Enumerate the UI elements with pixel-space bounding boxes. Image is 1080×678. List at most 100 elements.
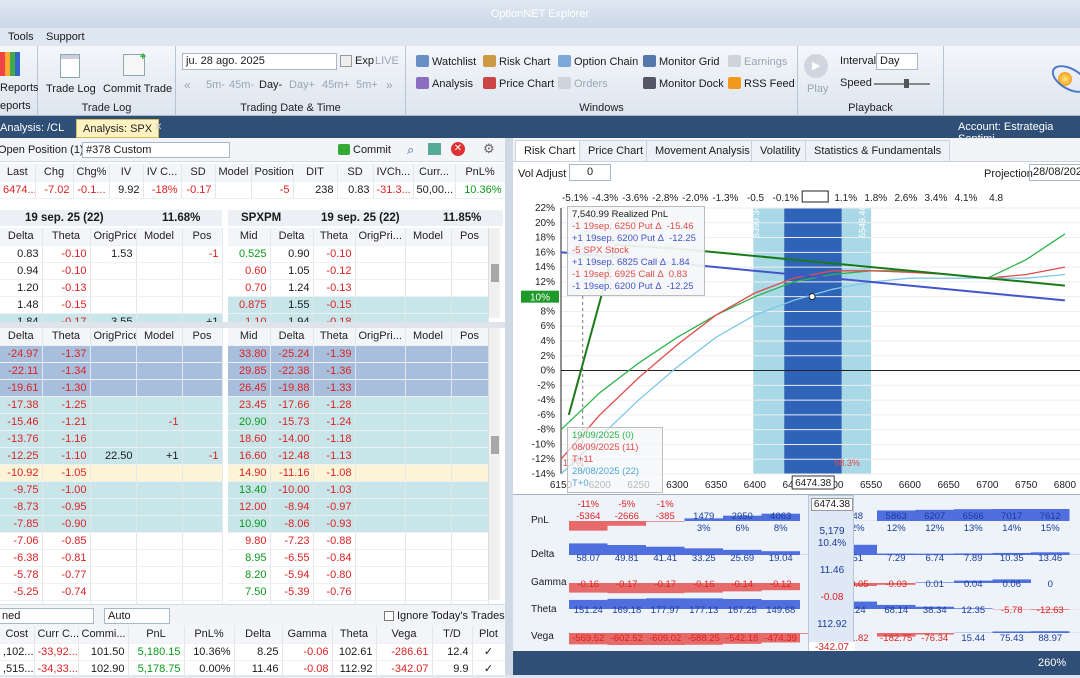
step-5m-back[interactable]: 5m- <box>206 79 225 91</box>
search-icon[interactable]: ⌕ <box>407 142 414 158</box>
chain-column-header[interactable]: Pos <box>451 328 488 345</box>
chain-row[interactable]: 16.60-12.48-1.13 <box>228 447 488 464</box>
chain-row[interactable]: 1.48-0.15 <box>0 296 222 313</box>
chain-row[interactable]: 8.20-5.94-0.80 <box>228 566 488 583</box>
summary-column-header[interactable]: T/D <box>432 626 472 643</box>
summary-column-header[interactable]: Curr C... <box>34 626 78 643</box>
trade-log-icon[interactable] <box>60 54 80 78</box>
quote-header[interactable]: SD <box>181 164 215 181</box>
quote-header[interactable]: IV C... <box>143 164 181 181</box>
step-45m-back[interactable]: 45m- <box>229 79 254 91</box>
step-day-forward[interactable]: Day+ <box>289 79 315 91</box>
chain-column-header[interactable]: Model <box>136 328 182 345</box>
play-button[interactable]: Play <box>807 83 828 95</box>
commit-button[interactable]: Commit <box>353 144 391 156</box>
live-button[interactable]: LIVE <box>375 55 399 67</box>
tab-movement-analysis[interactable]: Movement Analysis <box>646 140 759 161</box>
chain-row[interactable]: 0.5250.90-0.10 <box>228 245 488 262</box>
quote-header[interactable]: IVCh... <box>373 164 413 181</box>
chain-column-header[interactable]: OrigPrice <box>90 328 136 345</box>
speed-slider[interactable] <box>874 83 930 85</box>
summary-column-header[interactable]: Gamma <box>282 626 332 643</box>
chain-column-header[interactable]: OrigPri... <box>355 228 405 245</box>
tab-analysis-cl[interactable]: Analysis: /CL <box>0 119 70 138</box>
tab-analysis-spx[interactable]: Analysis: SPX <box>76 119 159 138</box>
chain-column-header[interactable]: Pos <box>451 228 488 245</box>
chain-row[interactable]: -19.61-1.30 <box>0 379 222 396</box>
quote-header[interactable]: Model <box>215 164 251 181</box>
chain-column-header[interactable]: Pos <box>182 228 222 245</box>
trade-log-button[interactable]: Trade Log <box>46 83 96 95</box>
chain-column-header[interactable]: Model <box>405 228 451 245</box>
chain-row[interactable]: 0.8751.55-0.15 <box>228 296 488 313</box>
commit-trade-icon[interactable]: + <box>123 54 145 76</box>
gear-icon[interactable]: ⚙ <box>483 141 495 157</box>
chain-row[interactable]: 29.85-22.38-1.36 <box>228 362 488 379</box>
chain-row[interactable]: 0.701.24-0.13 <box>228 279 488 296</box>
chain-column-header[interactable]: Theta <box>313 328 355 345</box>
step-5m-forward[interactable]: 5m+ <box>356 79 378 91</box>
summary-column-header[interactable]: Commi... <box>78 626 128 643</box>
quote-header[interactable]: Last <box>0 164 35 181</box>
monitor-grid-button[interactable]: Monitor Grid <box>643 55 720 68</box>
quote-header[interactable]: Chg <box>35 164 73 181</box>
reports-icon[interactable] <box>0 52 20 76</box>
chain-row[interactable]: 0.601.05-0.12 <box>228 262 488 279</box>
chain-column-header[interactable]: Theta <box>313 228 355 245</box>
ignore-checkbox[interactable] <box>384 611 394 621</box>
chain-row[interactable]: 9.80-7.23-0.88 <box>228 532 488 549</box>
chain-column-header[interactable]: Mid <box>228 328 270 345</box>
earnings-button[interactable]: Earnings <box>728 55 787 68</box>
chain-row[interactable]: 23.45-17.66-1.28 <box>228 396 488 413</box>
quote-header[interactable]: Position <box>251 164 293 181</box>
chain-column-header[interactable]: Delta <box>270 228 313 245</box>
chain-row[interactable]: -12.25-1.1022.50+1-1 <box>0 447 222 464</box>
tab-close-icon[interactable]: ✕ <box>154 122 162 133</box>
chain-row[interactable]: -8.73-0.95 <box>0 498 222 515</box>
chain-row[interactable]: -22.11-1.34 <box>0 362 222 379</box>
chain-row[interactable]: -24.97-1.37 <box>0 345 222 362</box>
play-icon[interactable]: ▶ <box>804 54 828 78</box>
chain-row[interactable]: -9.75-1.00 <box>0 481 222 498</box>
chain-row[interactable]: -5.78-0.77 <box>0 566 222 583</box>
menu-tools[interactable]: Tools <box>8 31 34 43</box>
interval-select[interactable]: Day <box>876 53 918 70</box>
option-chain-button[interactable]: Option Chain <box>558 55 638 68</box>
summary-column-header[interactable]: Theta <box>332 626 376 643</box>
close-icon[interactable]: ✕ <box>451 142 465 156</box>
risk-chart-button[interactable]: Risk Chart <box>483 55 550 68</box>
chain-row[interactable]: 13.40-10.00-1.03 <box>228 481 488 498</box>
chain-row[interactable]: -10.92-1.05 <box>0 464 222 481</box>
chain-row[interactable]: 7.50-5.39-0.76 <box>228 583 488 600</box>
summary-column-header[interactable]: Vega <box>376 626 432 643</box>
quote-header[interactable]: SD <box>337 164 373 181</box>
chain-row[interactable]: -15.46-1.21-1 <box>0 413 222 430</box>
chain-row[interactable]: 14.90-11.16-1.08 <box>228 464 488 481</box>
chain-row[interactable]: -13.76-1.16 <box>0 430 222 447</box>
summary-column-header[interactable]: Cost <box>0 626 34 643</box>
chain-row[interactable]: 12.00-8.94-0.97 <box>228 498 488 515</box>
chain-column-header[interactable]: Theta <box>42 228 90 245</box>
chain-column-header[interactable]: Pos <box>182 328 222 345</box>
chain-column-header[interactable]: Mid <box>228 228 270 245</box>
quote-header[interactable]: PnL% <box>455 164 505 181</box>
top-scrollbar[interactable] <box>488 228 500 318</box>
chain-column-header[interactable]: Delta <box>270 328 313 345</box>
projection-input[interactable]: 28/08/202 <box>1029 164 1080 181</box>
quote-header[interactable]: DIT <box>293 164 337 181</box>
chain-row[interactable]: 18.60-14.00-1.18 <box>228 430 488 447</box>
chain-column-header[interactable]: OrigPri... <box>355 328 405 345</box>
analysis-button[interactable]: Analysis <box>416 77 473 90</box>
step-day-back[interactable]: Day- <box>259 79 282 91</box>
price-chart-button[interactable]: Price Chart <box>483 77 554 90</box>
grid-icon[interactable] <box>428 143 441 155</box>
chain-row[interactable]: 10.90-8.06-0.93 <box>228 515 488 532</box>
chain-row[interactable]: 8.95-6.55-0.84 <box>228 549 488 566</box>
orders-button[interactable]: Orders <box>558 77 608 90</box>
chain-column-header[interactable]: Theta <box>42 328 90 345</box>
auto-select[interactable]: Auto <box>104 608 170 624</box>
position-select[interactable]: #378 Custom <box>82 142 230 158</box>
fast-forward-icon[interactable]: » <box>386 78 393 92</box>
filter-select[interactable]: ned <box>0 608 94 624</box>
quote-header[interactable]: Chg% <box>73 164 109 181</box>
